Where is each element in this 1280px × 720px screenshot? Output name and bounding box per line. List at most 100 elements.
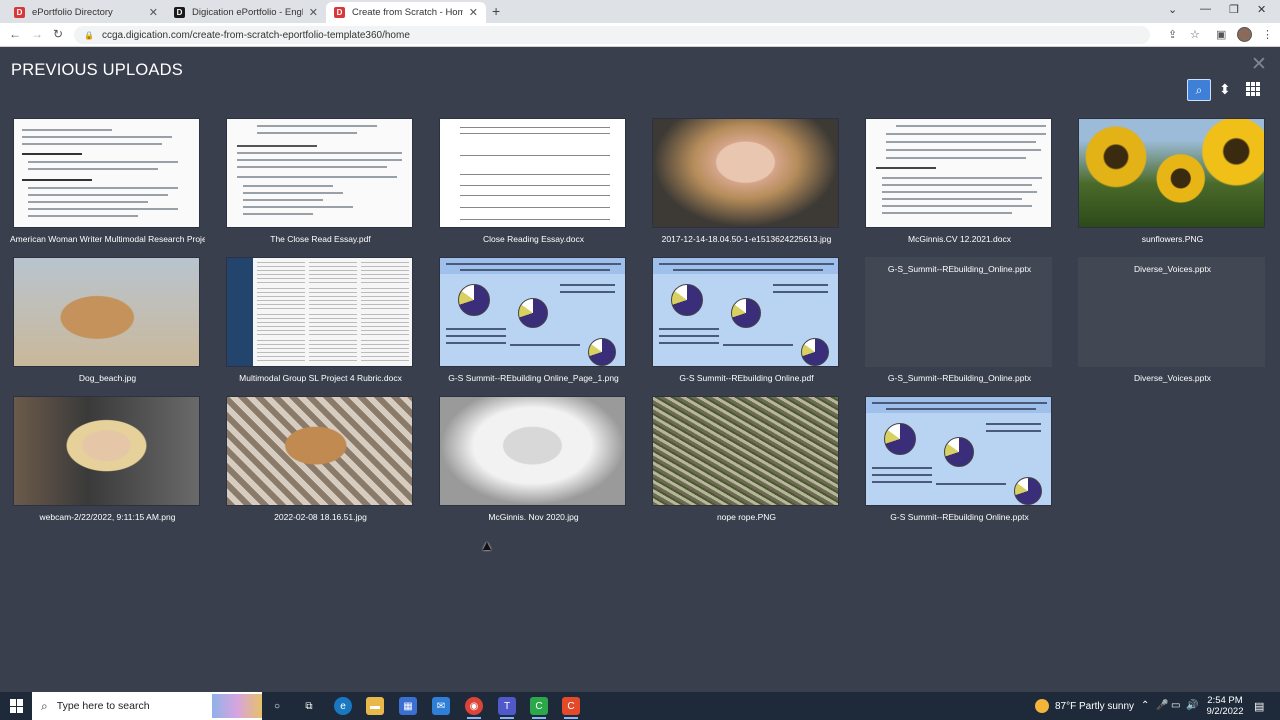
file-thumbnail[interactable]: [226, 396, 413, 506]
close-tab-icon[interactable]: ✕: [309, 6, 318, 19]
file-name: G-S_Summit--REbuilding_Online.pptx: [887, 373, 1032, 383]
recorder-icon[interactable]: C: [562, 697, 580, 719]
tab-title: ePortfolio Directory: [32, 7, 113, 18]
file-name: Multimodal Group SL Project 4 Rubric.doc…: [239, 373, 402, 383]
file-thumbnail[interactable]: [652, 396, 839, 506]
file-name: McGinnis. Nov 2020.jpg: [488, 512, 579, 522]
clock-time: 2:54 PM: [1207, 695, 1243, 706]
broken-image-label: G-S_Summit--REbuilding_Online.pptx: [887, 264, 1032, 274]
file-name: G-S Summit--REbuilding Online.pdf: [679, 373, 814, 383]
modal-title: PREVIOUS UPLOADS: [11, 61, 183, 79]
window-close-icon[interactable]: ✕: [1257, 3, 1266, 16]
notification-icon[interactable]: ▤: [1254, 700, 1264, 713]
sidebar-icon[interactable]: ▣: [1216, 28, 1226, 41]
sort-icon[interactable]: ⬍: [1219, 81, 1231, 98]
close-tab-icon[interactable]: ✕: [469, 6, 478, 19]
file-name: webcam-2/22/2022, 9:11:15 AM.png: [39, 512, 176, 522]
file-thumbnail[interactable]: G-S_Summit--REbuilding_Online.pptx: [865, 257, 1052, 367]
network-icon[interactable]: ▭: [1171, 700, 1180, 711]
file-name: American Woman Writer Multimodal Researc…: [10, 234, 205, 244]
minimize-icon[interactable]: —: [1200, 3, 1211, 15]
profile-avatar[interactable]: [1237, 27, 1252, 42]
share-icon[interactable]: ⇪: [1168, 28, 1177, 41]
file-thumbnail[interactable]: [865, 396, 1052, 506]
mouse-pointer-icon: ▲: [480, 537, 494, 553]
partly-sunny-icon: [1035, 699, 1049, 713]
tab-title: Create from Scratch - Home: [352, 7, 463, 18]
forward-arrow-icon[interactable]: →: [31, 27, 43, 41]
file-explorer-icon[interactable]: ▬: [366, 697, 384, 715]
store-icon[interactable]: ▦: [399, 697, 417, 715]
reload-icon[interactable]: ↻: [53, 27, 63, 41]
file-thumbnail[interactable]: [652, 118, 839, 228]
close-tab-icon[interactable]: ✕: [149, 6, 158, 19]
digication-favicon-icon: D: [174, 7, 185, 18]
file-thumbnail[interactable]: [652, 257, 839, 367]
file-thumbnail[interactable]: [13, 257, 200, 367]
teams-icon[interactable]: T: [498, 697, 516, 719]
browser-tab-create-from-scratch[interactable]: D Create from Scratch - Home ✕: [326, 2, 486, 23]
file-name: G-S Summit--REbuilding Online.pptx: [890, 512, 1029, 522]
back-arrow-icon[interactable]: ←: [9, 27, 21, 41]
file-name: 2017-12-14-18.04.50-1-e1513624225613.jpg: [661, 234, 832, 244]
windows-taskbar: ⌕ Type here to search ○ ⧉ e ▬ ▦ ✉ ◉ T C …: [0, 692, 1280, 720]
clock-date: 9/2/2022: [1206, 706, 1244, 717]
file-name: Diverse_Voices.pptx: [1133, 373, 1211, 383]
search-icon: ⌕: [41, 698, 48, 713]
file-name: G-S Summit--REbuilding Online_Page_1.png: [448, 373, 619, 383]
task-view-icon[interactable]: ⧉: [300, 697, 318, 715]
grid-view-icon[interactable]: [1246, 82, 1260, 96]
file-name: 2022-02-08 18.16.51.jpg: [274, 512, 367, 522]
tab-title: Digication ePortfolio - English Co: [192, 7, 303, 18]
camtasia-icon[interactable]: C: [530, 697, 548, 719]
lock-icon: 🔒: [84, 30, 94, 40]
url-bar[interactable]: 🔒 ccga.digication.com/create-from-scratc…: [74, 26, 1150, 44]
file-thumbnail[interactable]: [1078, 118, 1265, 228]
taskbar-search-box[interactable]: ⌕ Type here to search: [32, 692, 262, 720]
tab-search-icon[interactable]: ⌄: [1168, 3, 1177, 16]
speaker-icon[interactable]: 🔊: [1186, 700, 1198, 711]
file-name: sunflowers.PNG: [1141, 234, 1204, 244]
file-name: Dog_beach.jpg: [78, 373, 137, 383]
broken-image-label: Diverse_Voices.pptx: [1133, 264, 1211, 274]
file-thumbnail[interactable]: Diverse_Voices.pptx: [1078, 257, 1265, 367]
file-thumbnail[interactable]: [226, 118, 413, 228]
file-thumbnail[interactable]: [226, 257, 413, 367]
browser-tab-eportfolio-directory[interactable]: D ePortfolio Directory ✕: [6, 2, 166, 23]
file-thumbnail[interactable]: [439, 396, 626, 506]
taskbar-search-placeholder: Type here to search: [56, 700, 150, 712]
file-name: The Close Read Essay.pdf: [270, 234, 371, 244]
search-icon: ⌕: [1195, 82, 1203, 97]
file-name: Close Reading Essay.docx: [483, 234, 584, 244]
digication-favicon-icon: D: [14, 7, 25, 18]
browser-tab-digication-english[interactable]: D Digication ePortfolio - English Co ✕: [166, 2, 326, 23]
edge-icon[interactable]: e: [334, 697, 352, 715]
file-thumbnail[interactable]: [13, 396, 200, 506]
file-thumbnail[interactable]: [865, 118, 1052, 228]
system-clock[interactable]: 2:54 PM 9/2/2022: [1200, 695, 1250, 717]
more-menu-icon[interactable]: ⋮: [1262, 28, 1273, 41]
weather-text: 87°F Partly sunny: [1055, 700, 1135, 712]
file-name: McGinnis.CV 12.2021.docx: [908, 234, 1011, 244]
microphone-icon[interactable]: 🎤: [1156, 700, 1168, 711]
weather-widget[interactable]: 87°F Partly sunny: [1035, 699, 1134, 713]
file-thumbnail[interactable]: [439, 257, 626, 367]
address-toolbar: ← → ↻ 🔒 ccga.digication.com/create-from-…: [0, 23, 1280, 47]
file-name: nope rope.PNG: [716, 512, 777, 522]
mail-icon[interactable]: ✉: [432, 697, 450, 715]
digication-favicon-icon: D: [334, 7, 345, 18]
file-thumbnail[interactable]: [13, 118, 200, 228]
search-highlight-icon: [212, 694, 262, 718]
new-tab-button[interactable]: +: [492, 3, 500, 19]
cortana-icon[interactable]: ○: [268, 697, 286, 715]
search-view-button[interactable]: ⌕: [1187, 79, 1211, 101]
url-text: ccga.digication.com/create-from-scratch-…: [101, 29, 410, 41]
browser-tab-strip: D ePortfolio Directory ✕ D Digication eP…: [0, 0, 1280, 23]
windows-start-icon[interactable]: [10, 699, 24, 713]
modal-close-icon[interactable]: ✕: [1251, 53, 1267, 76]
restore-icon[interactable]: ❐: [1229, 3, 1239, 16]
bookmark-star-icon[interactable]: ☆: [1190, 28, 1200, 41]
chrome-icon[interactable]: ◉: [465, 697, 483, 719]
tray-chevron-icon[interactable]: ⌃: [1141, 700, 1149, 711]
file-thumbnail[interactable]: [439, 118, 626, 228]
